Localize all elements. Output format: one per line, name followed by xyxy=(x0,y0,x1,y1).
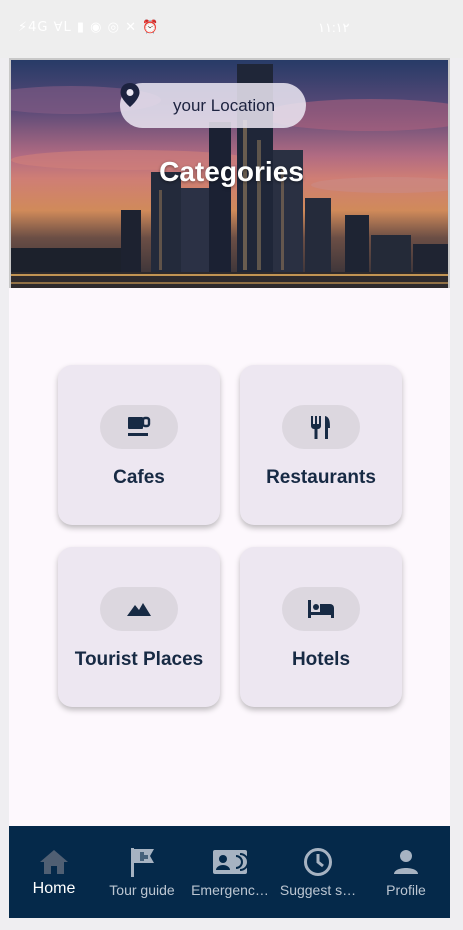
nav-item-home[interactable]: Home xyxy=(10,826,98,918)
status-indicators: ⚡4G ∀L ▮ ◉ ◎ ✕ ⏰ xyxy=(18,20,160,35)
header-banner: your Location Categories xyxy=(9,58,450,288)
nav-item-profile[interactable]: Profile xyxy=(362,826,450,918)
category-label: Hotels xyxy=(291,649,351,670)
category-card-cafes[interactable]: Cafes xyxy=(58,365,220,525)
location-label: your Location xyxy=(173,95,276,115)
status-time: ١١:١٢ xyxy=(318,20,350,35)
nav-label: Tour guide xyxy=(109,882,175,898)
page-title: Categories xyxy=(159,156,304,187)
mountains-icon xyxy=(100,587,178,631)
nav-item-emergency[interactable]: Emergenc… xyxy=(186,826,274,918)
category-label: Tourist Places xyxy=(74,649,204,670)
person-icon xyxy=(388,844,424,880)
status-bar: ⚡4G ∀L ▮ ◉ ◎ ✕ ⏰ ١١:١٢ xyxy=(0,0,463,58)
app-screen: your Location Categories Cafes Restauran… xyxy=(9,58,450,918)
category-card-tourist-places[interactable]: Tourist Places xyxy=(58,547,220,707)
location-button[interactable]: your Location xyxy=(120,83,306,128)
category-card-restaurants[interactable]: Restaurants xyxy=(240,365,402,525)
nav-label: Profile xyxy=(386,882,426,898)
category-label: Cafes xyxy=(113,467,165,488)
nav-item-tour-guide[interactable]: Tour guide xyxy=(98,826,186,918)
fork-knife-icon xyxy=(282,405,360,449)
coffee-cup-icon xyxy=(100,405,178,449)
location-pin-icon xyxy=(120,83,160,118)
nav-item-suggest[interactable]: Suggest s… xyxy=(274,826,362,918)
flag-icon xyxy=(124,844,160,880)
nav-label: Emergenc… xyxy=(191,882,269,898)
clock-icon xyxy=(300,844,336,880)
contact-card-icon xyxy=(212,844,248,880)
category-label: Restaurants xyxy=(266,467,376,488)
category-card-hotels[interactable]: Hotels xyxy=(240,547,402,707)
bed-icon xyxy=(282,587,360,631)
home-icon xyxy=(36,844,72,880)
nav-label: Home xyxy=(32,880,76,897)
bottom-navigation-bar: Home Tour guide Emergenc… Suggest s… Pro… xyxy=(9,826,450,918)
nav-label: Suggest s… xyxy=(279,882,357,898)
